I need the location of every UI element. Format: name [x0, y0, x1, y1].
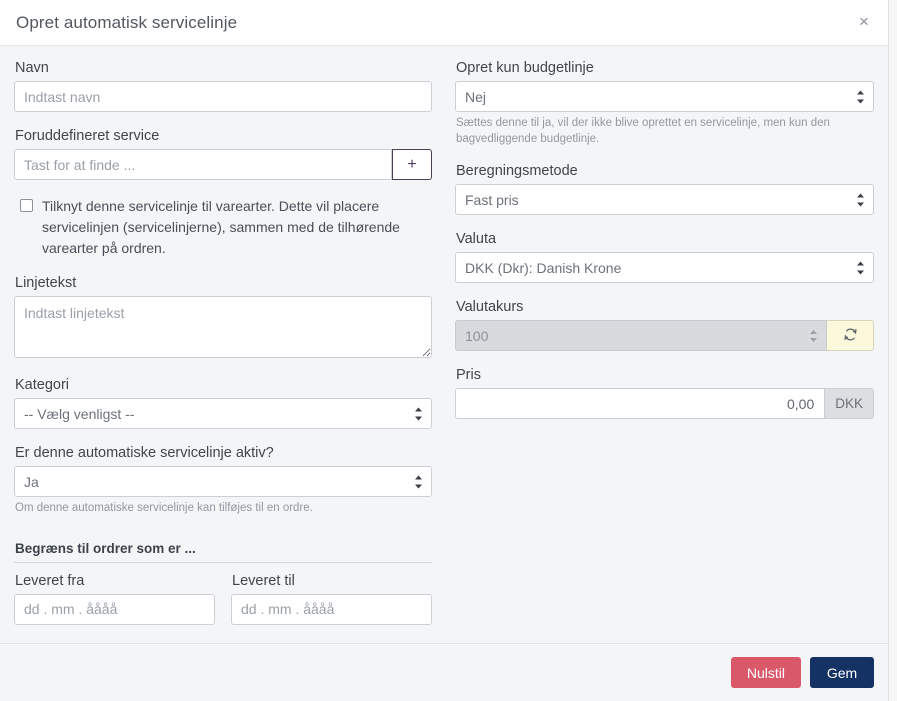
field-group-calculation-method: Beregningsmetode Fast pris	[455, 163, 874, 215]
exchange-rate-input-group	[455, 320, 874, 351]
page-title: Opret automatisk servicelinje	[16, 13, 237, 33]
active-label: Er denne automatiske servicelinje aktiv?	[15, 445, 432, 461]
active-select-wrap: Ja	[14, 466, 432, 497]
refresh-exchange-rate-button[interactable]	[827, 320, 874, 351]
link-to-items-label: Tilknyt denne servicelinje til varearter…	[42, 196, 432, 259]
budget-only-label: Opret kun budgetlinje	[456, 60, 874, 76]
field-group-name: Navn	[14, 60, 432, 112]
field-group-currency: Valuta DKK (Dkr): Danish Krone	[455, 231, 874, 283]
close-icon[interactable]: ×	[853, 11, 875, 33]
calculation-method-label: Beregningsmetode	[456, 163, 874, 179]
modal-header: Opret automatisk servicelinje ×	[0, 0, 888, 46]
field-group-predefined-service: Foruddefineret service +	[14, 128, 432, 180]
field-group-exchange-rate: Valutakurs	[455, 299, 874, 351]
category-label: Kategori	[15, 377, 432, 393]
budget-only-select-wrap: Nej	[455, 81, 874, 112]
modal-body: Navn Foruddefineret service + Tilknyt de…	[0, 46, 888, 643]
left-column: Navn Foruddefineret service + Tilknyt de…	[14, 60, 444, 643]
currency-label: Valuta	[456, 231, 874, 247]
price-input[interactable]	[455, 388, 825, 419]
name-input[interactable]	[14, 81, 432, 112]
field-group-delivered-from: Leveret fra	[14, 573, 215, 625]
page-background-edge	[889, 0, 897, 701]
field-group-line-text: Linjetekst	[14, 275, 432, 361]
price-label: Pris	[456, 367, 874, 383]
modal-footer: Nulstil Gem	[0, 643, 888, 701]
reset-button[interactable]: Nulstil	[731, 657, 801, 688]
exchange-rate-label: Valutakurs	[456, 299, 874, 315]
delivered-to-label: Leveret til	[232, 573, 432, 589]
name-label: Navn	[15, 60, 432, 76]
budget-only-help-text: Sættes denne til ja, vil der ikke blive …	[456, 116, 873, 147]
currency-select[interactable]: DKK (Dkr): Danish Krone	[455, 252, 874, 283]
link-to-items-checkbox-row: Tilknyt denne servicelinje til varearter…	[14, 196, 432, 259]
budget-only-select[interactable]: Nej	[455, 81, 874, 112]
line-text-textarea[interactable]	[14, 296, 432, 358]
refresh-icon	[843, 327, 858, 345]
predefined-service-input[interactable]	[14, 149, 392, 180]
price-currency-suffix: DKK	[825, 388, 874, 419]
price-input-group: DKK	[455, 388, 874, 419]
restrict-section-heading: Begræns til ordrer som er ...	[15, 541, 432, 556]
currency-select-wrap: DKK (Dkr): Danish Krone	[455, 252, 874, 283]
exchange-rate-field-wrap	[455, 320, 827, 351]
exchange-rate-input[interactable]	[455, 320, 827, 351]
delivered-from-label: Leveret fra	[15, 573, 215, 589]
field-group-budget-only: Opret kun budgetlinje Nej Sættes denne t…	[455, 60, 874, 147]
link-to-items-checkbox[interactable]	[20, 199, 33, 212]
field-group-category: Kategori -- Vælg venligst --	[14, 377, 432, 429]
calculation-method-select[interactable]: Fast pris	[455, 184, 874, 215]
predefined-service-input-group: +	[14, 149, 432, 180]
delivered-from-input[interactable]	[14, 594, 215, 625]
category-select-wrap: -- Vælg venligst --	[14, 398, 432, 429]
calculation-method-select-wrap: Fast pris	[455, 184, 874, 215]
field-group-delivered-to: Leveret til	[231, 573, 432, 625]
active-help-text: Om denne automatiske servicelinje kan ti…	[15, 501, 431, 517]
category-select[interactable]: -- Vælg venligst --	[14, 398, 432, 429]
add-service-button[interactable]: +	[392, 149, 432, 180]
predefined-service-label: Foruddefineret service	[15, 128, 432, 144]
delivery-date-row: Leveret fra Leveret til	[14, 573, 432, 625]
create-automatic-service-line-modal: Opret automatisk servicelinje × Navn For…	[0, 0, 889, 701]
field-group-price: Pris DKK	[455, 367, 874, 419]
active-select[interactable]: Ja	[14, 466, 432, 497]
right-column: Opret kun budgetlinje Nej Sættes denne t…	[444, 60, 874, 643]
delivered-to-input[interactable]	[231, 594, 432, 625]
save-button[interactable]: Gem	[810, 657, 874, 688]
line-text-label: Linjetekst	[15, 275, 432, 291]
section-divider	[14, 562, 432, 563]
field-group-active: Er denne automatiske servicelinje aktiv?…	[14, 445, 432, 517]
